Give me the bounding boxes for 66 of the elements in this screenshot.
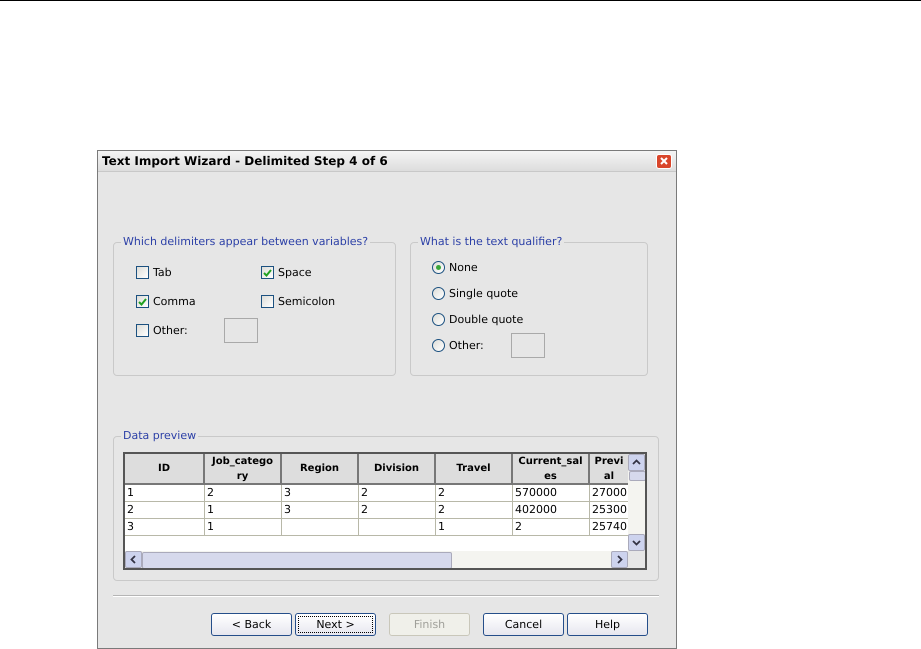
scrollbar-thumb[interactable] [629,471,645,481]
checkbox[interactable] [136,295,149,308]
scroll-left-button[interactable] [125,551,142,568]
table-cell: 3 [282,485,359,502]
scroll-right-button[interactable] [611,551,628,568]
table-cell: 3 [125,519,205,536]
chevron-left-icon [129,555,138,564]
table-cell: 2 [436,502,513,519]
table-cell: 2 [436,485,513,502]
table-cell: 1 [205,519,282,536]
table-cell: 2 [125,502,205,519]
radio-button[interactable] [432,313,445,326]
radio-button[interactable] [432,261,445,274]
group-title: What is the text qualifier? [418,235,564,248]
chevron-up-icon [632,458,641,467]
column-header[interactable]: Job_catego ry [205,454,282,485]
wizard-button[interactable]: Next > [295,613,376,636]
table-cell: 570000 [513,485,590,502]
scrollbar-corner [628,551,645,568]
table-cell: 2 [205,485,282,502]
close-icon [660,157,668,165]
wizard-button[interactable]: Cancel [483,613,564,636]
table-cell: 402000 [513,502,590,519]
vertical-scrollbar[interactable] [628,454,645,551]
horizontal-scrollbar[interactable] [125,551,628,568]
scrollbar-thumb[interactable] [142,552,452,568]
table-cell: 2 [359,502,436,519]
input-field[interactable] [224,318,258,343]
column-header[interactable]: Division [359,454,436,485]
scroll-up-button[interactable] [628,454,645,471]
table-cell: 2 [513,519,590,536]
radio-label: None [449,261,478,274]
chevron-down-icon [632,538,641,547]
group-title: Which delimiters appear between variables? [121,235,370,248]
radio-label: Double quote [449,313,524,326]
column-header[interactable]: Travel [436,454,513,485]
table-cell: 2 [359,485,436,502]
checkbox-label: Comma [153,295,196,308]
checkbox[interactable] [261,266,274,279]
close-button[interactable] [656,154,672,168]
wizard-button[interactable]: Help [567,613,648,636]
radio-label: Single quote [449,287,518,300]
checkbox[interactable] [261,295,274,308]
radio-label: Other: [449,339,484,352]
input-field[interactable] [510,333,545,358]
column-header[interactable]: ID [125,454,205,485]
scroll-down-button[interactable] [628,534,645,551]
column-header[interactable]: Previ al [590,454,628,485]
table-cell: 3 [282,502,359,519]
group-title: Data preview [121,429,198,442]
wizard-button[interactable]: < Back [211,613,292,636]
radio-button[interactable] [432,287,445,300]
chevron-right-icon [615,555,624,564]
table-cell: 1 [436,519,513,536]
checkbox-label: Space [278,266,312,279]
checkbox[interactable] [136,266,149,279]
checkbox-label: Semicolon [278,295,336,308]
checkbox[interactable] [136,324,149,337]
checkbox-label: Other: [153,324,188,337]
table-cell: 1 [205,502,282,519]
radio-button[interactable] [432,339,445,352]
window-title: Text Import Wizard - Delimited Step 4 of 6 [102,154,388,168]
column-header[interactable]: Current_sal es [513,454,590,485]
table-cell: 1 [125,485,205,502]
checkbox-label: Tab [153,266,172,279]
column-header[interactable]: Region [282,454,359,485]
